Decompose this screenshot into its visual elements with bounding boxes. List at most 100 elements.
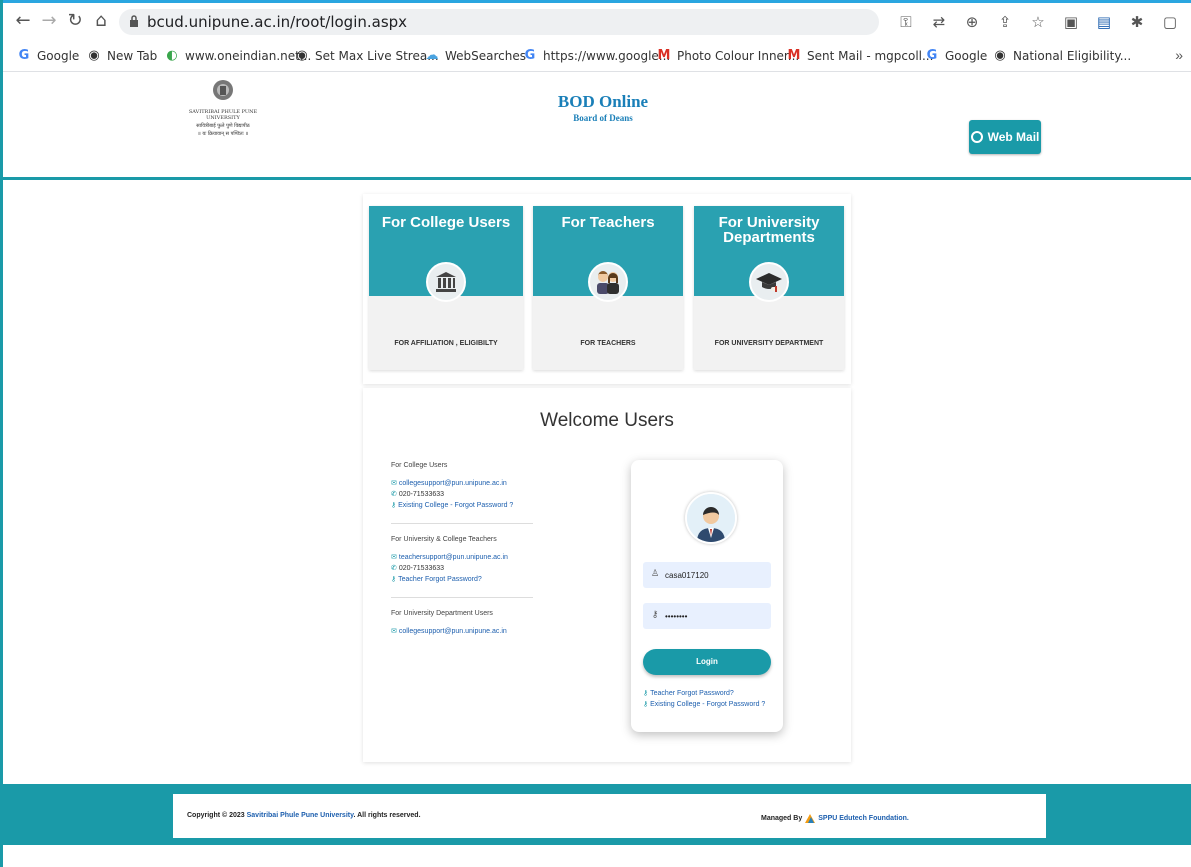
contact-email: collegesupport@pun.unipune.ac.in [398, 628, 507, 635]
institution-icon [426, 262, 466, 302]
user-icon: ♙ [650, 569, 660, 579]
forgot-password-link[interactable]: ⚷ Teacher Forgot Password? [391, 574, 533, 585]
bookmark-label: New Tab [107, 49, 158, 63]
bookmark-label: https://www.google... [543, 49, 671, 63]
bookmark-item[interactable]: G Google [925, 47, 988, 65]
contact-group-college: For College Users ✉ collegesupport@pun.un… [391, 462, 533, 524]
password-input[interactable] [665, 607, 765, 625]
mail-icon [970, 131, 983, 143]
bookmark-item[interactable]: ☁ WebSearches [425, 47, 527, 65]
forward-icon[interactable]: → [39, 11, 59, 31]
bookmark-label: Google [945, 49, 988, 63]
gmail-icon: M [657, 48, 671, 63]
password-field[interactable]: ⚷ [643, 603, 771, 629]
card-subtitle: FOR AFFILIATION , ELIGIBILTY [394, 340, 498, 347]
google-icon: G [524, 48, 536, 63]
extension-icon[interactable]: ▣ [1061, 12, 1081, 32]
bookmarks-more-button[interactable]: » [1175, 47, 1183, 63]
contact-email: teachersupport@pun.unipune.ac.in [398, 554, 508, 561]
card-teachers[interactable]: For Teachers FOR TEACHERS [533, 206, 683, 370]
managed-org-link[interactable]: SPPU Edutech Foundation. [818, 815, 909, 822]
star-icon[interactable]: ☆ [1028, 12, 1048, 32]
url-text: bcud.unipune.ac.in/root/login.aspx [147, 13, 408, 31]
site-title-subtitle: Board of Deans [573, 113, 633, 123]
contact-email-link[interactable]: ✉ collegesupport@pun.unipune.ac.in [391, 478, 533, 489]
managed-by-text: Managed By SPPU Edutech Foundation. [761, 812, 909, 824]
oneindian-icon: ◐ [166, 48, 178, 63]
bookmark-label: Sent Mail - mgpcoll... [807, 49, 934, 63]
university-logo[interactable]: SAVITRIBAI PHULE PUNE UNIVERSITY सावित्र… [173, 78, 273, 148]
envelope-icon: ✉ [391, 479, 397, 487]
card-subtitle: FOR UNIVERSITY DEPARTMENT [714, 340, 824, 347]
reload-icon[interactable]: ↻ [65, 11, 85, 31]
contact-email-link[interactable]: ✉ teachersupport@pun.unipune.ac.in [391, 552, 533, 563]
contact-phone-number: 020-71533633 [398, 565, 445, 572]
university-name-marathi: सावित्रीबाई फुले पुणे विद्यापीठ [196, 123, 250, 129]
bookmark-label: Set Max Live Strea... [315, 49, 439, 63]
key-icon: ⚷ [643, 689, 649, 697]
username-input[interactable] [665, 566, 765, 584]
forgot-password-link[interactable]: ⚷ Existing College - Forgot Password ? [391, 500, 533, 511]
globe-icon: ◉ [296, 48, 308, 63]
back-icon[interactable]: ← [13, 11, 33, 31]
lock-icon [130, 15, 138, 27]
bookmark-item[interactable]: ◐ www.oneindian.net... [165, 47, 311, 65]
teachers-icon [588, 262, 628, 302]
webmail-button[interactable]: Web Mail [969, 120, 1041, 154]
college-forgot-password-link[interactable]: ⚷ Existing College - Forgot Password ? [643, 699, 783, 710]
card-title: For Teachers [561, 214, 655, 231]
card-title: For College Users [381, 214, 511, 231]
username-field[interactable]: ♙ [643, 562, 771, 588]
bookmark-item[interactable]: M Sent Mail - mgpcoll... [787, 47, 934, 65]
site-header: SAVITRIBAI PHULE PUNE UNIVERSITY सावित्र… [3, 72, 1191, 180]
contact-heading: For University Department Users [391, 610, 493, 617]
puzzle-icon[interactable]: ✱ [1127, 12, 1147, 32]
contact-heading: For College Users [391, 462, 448, 469]
gmail-icon: M [787, 48, 801, 63]
sppu-edutech-logo-icon [805, 814, 816, 823]
home-icon[interactable]: ⌂ [91, 11, 111, 31]
key-icon: ⚷ [391, 575, 397, 583]
university-emblem-icon [213, 80, 233, 100]
university-motto: ॥ यः क्रियावान् स पण्डितः ॥ [197, 131, 249, 137]
site-title-main: BOD Online [557, 92, 649, 111]
login-links: ⚷ Teacher Forgot Password? ⚷ Existing Coll… [643, 688, 783, 710]
welcome-panel: Welcome Users For College Users ✉ college… [363, 388, 851, 762]
site-footer: Copyright © 2023 Savitribai Phule Pune U… [3, 784, 1191, 845]
card-college-users[interactable]: For College Users FOR AFFILIATION , ELIG… [369, 206, 523, 370]
google-icon: G [18, 48, 30, 63]
pdf-extension-icon[interactable]: ▤ [1094, 12, 1114, 32]
teacher-forgot-password-link[interactable]: ⚷ Teacher Forgot Password? [643, 688, 783, 699]
globe-icon: ◉ [88, 48, 100, 63]
bookmark-label: WebSearches [445, 49, 527, 63]
key-icon[interactable]: ⚿ [896, 12, 916, 32]
footer-content: Copyright © 2023 Savitribai Phule Pune U… [173, 794, 1046, 838]
university-link[interactable]: Savitribai Phule Pune University [247, 812, 354, 819]
bookmark-label: www.oneindian.net... [185, 49, 312, 63]
bookmark-item[interactable]: Ghttps://www.google... [523, 47, 671, 65]
bookmark-item[interactable]: ◉ New Tab [87, 47, 157, 65]
contact-phone-number: 020-71533633 [398, 491, 445, 498]
contact-email-link[interactable]: ✉ collegesupport@pun.unipune.ac.in [391, 626, 533, 637]
bookmark-item[interactable]: G Google [17, 47, 80, 65]
share-icon[interactable]: ⇪ [995, 12, 1015, 32]
user-type-cards: For College Users FOR AFFILIATION , ELIG… [363, 194, 851, 384]
bookmark-item[interactable]: M Photo Colour Inner... [657, 47, 800, 65]
google-icon: G [926, 48, 938, 63]
bookmark-item[interactable]: ◉ National Eligibility... [993, 47, 1131, 65]
translate-icon[interactable]: ⇄ [929, 12, 949, 32]
card-university-departments[interactable]: For University Departments FOR UNIVERSIT… [694, 206, 844, 370]
websearches-icon: ☁ [425, 48, 439, 63]
welcome-title: Welcome Users [540, 410, 674, 431]
address-bar[interactable]: bcud.unipune.ac.in/root/login.aspx [119, 9, 879, 35]
bookmark-item[interactable]: ◉ Set Max Live Strea... [295, 47, 439, 65]
login-card: ♙ ⚷ Login ⚷Teacher Forgot Password? ⚷Exi… [631, 460, 783, 732]
contact-heading: For University & College Teachers [391, 536, 497, 543]
login-button[interactable]: Login [643, 649, 771, 675]
envelope-icon: ✉ [391, 553, 397, 561]
bookmark-label: Google [37, 49, 80, 63]
envelope-icon: ✉ [391, 627, 397, 635]
copyright-rights: . All rights reserved. [353, 812, 421, 819]
zoom-icon[interactable]: ⊕ [962, 12, 982, 32]
sidebar-icon[interactable]: ▢ [1160, 12, 1180, 32]
